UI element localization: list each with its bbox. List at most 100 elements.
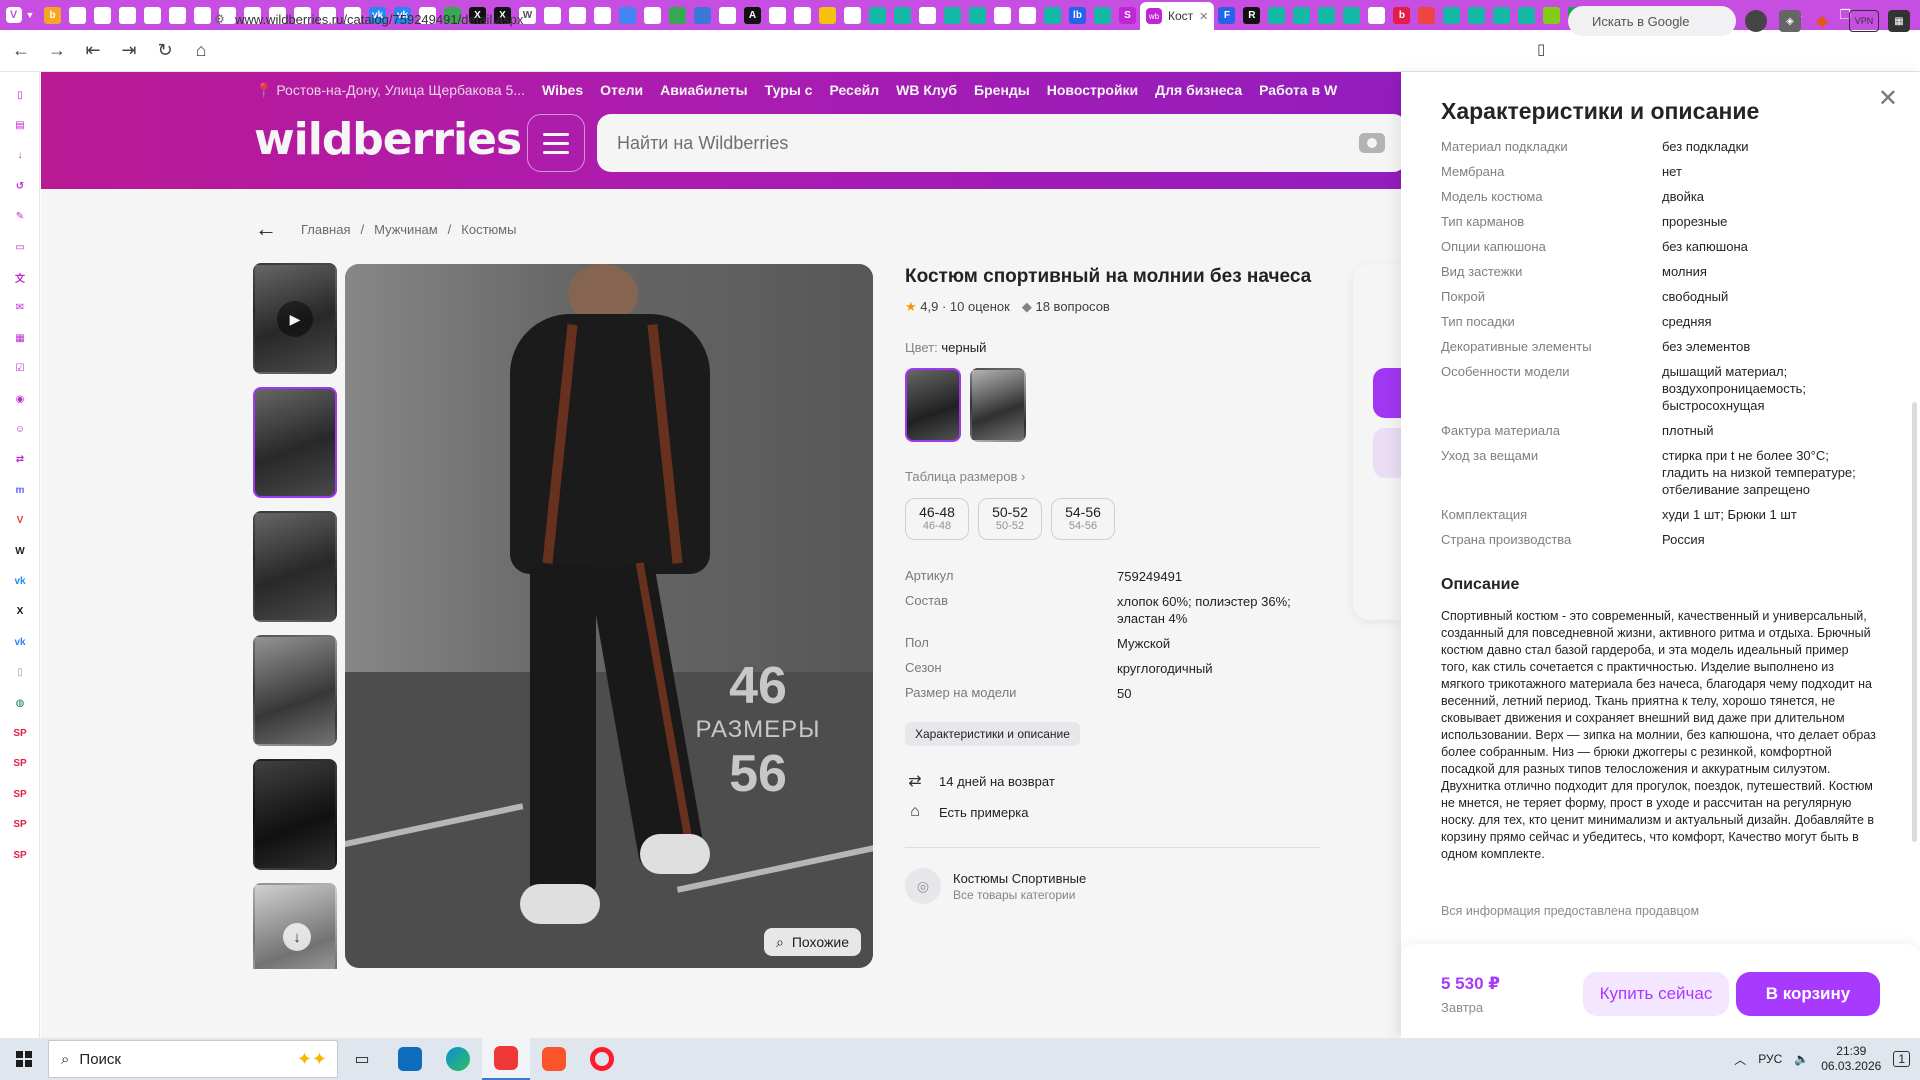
page-icon[interactable] (844, 6, 861, 24)
google-search-field[interactable]: Искать в Google (1568, 6, 1736, 36)
page-icon[interactable] (169, 6, 186, 24)
brave-button[interactable] (530, 1038, 578, 1080)
page-icon[interactable] (794, 6, 811, 24)
bookmarks-icon[interactable]: ▯ (11, 86, 29, 104)
page-overlay[interactable] (41, 72, 1401, 1038)
window-icon[interactable]: ▭ (11, 238, 29, 256)
vivaldi-icon[interactable]: V (11, 512, 29, 530)
rewind-button[interactable]: ⇤ (78, 36, 108, 66)
shield-extension-icon[interactable]: ◈ (1779, 10, 1801, 32)
sp-icon[interactable]: SP (11, 724, 29, 742)
sp-icon[interactable]: SP (11, 816, 29, 834)
teal-icon[interactable] (1443, 6, 1461, 24)
speaker-icon[interactable]: 🔈 (1794, 1052, 1809, 1066)
chevron-up-icon[interactable]: ︿ (1734, 1051, 1746, 1068)
teal-icon[interactable] (894, 6, 911, 24)
sp-icon[interactable]: SP (11, 755, 29, 773)
page-icon[interactable] (1368, 6, 1386, 24)
teal-icon[interactable] (1094, 6, 1111, 24)
teal-icon[interactable] (1343, 6, 1361, 24)
page-icon[interactable] (94, 6, 111, 24)
page-icon[interactable]: ▯ (11, 664, 29, 682)
page-icon[interactable] (769, 6, 786, 24)
page-icon[interactable] (594, 6, 611, 24)
calendar-icon[interactable]: ▦ (11, 329, 29, 347)
f-icon[interactable]: F (1218, 6, 1236, 24)
add-to-cart-button[interactable]: В корзину (1736, 972, 1880, 1016)
teal-icon[interactable] (969, 6, 986, 24)
page-icon[interactable] (719, 6, 736, 24)
mail-icon[interactable]: ✉ (11, 299, 29, 317)
teal-icon[interactable] (1493, 6, 1511, 24)
edge-button[interactable] (434, 1038, 482, 1080)
wikipedia-icon[interactable]: W (11, 542, 29, 560)
notification-badge[interactable]: 1 (1893, 1051, 1910, 1067)
teal-icon[interactable] (1318, 6, 1336, 24)
sp-icon[interactable]: SP (11, 785, 29, 803)
downloads-icon[interactable]: ↓ (11, 147, 29, 165)
colorful-icon[interactable] (1543, 6, 1561, 24)
docs-icon[interactable] (619, 6, 636, 24)
history-icon[interactable]: ↺ (11, 177, 29, 195)
bookmark-icon[interactable]: ▯ (1537, 40, 1545, 58)
forward-button[interactable]: → (42, 36, 72, 66)
buy-now-button[interactable]: Купить сейчас (1583, 972, 1729, 1016)
globe-icon[interactable]: ◍ (11, 694, 29, 712)
vivaldi-menu-button[interactable]: V ▼ (0, 0, 40, 30)
teal-icon[interactable] (1468, 6, 1486, 24)
drawer-scrollbar[interactable] (1912, 402, 1917, 842)
page-icon[interactable] (119, 6, 136, 24)
page-icon[interactable] (919, 6, 936, 24)
blue-arrow-icon[interactable] (694, 6, 711, 24)
colorful-icon[interactable] (669, 6, 686, 24)
start-button[interactable] (0, 1038, 48, 1080)
tab-close-icon[interactable]: ✕ (1199, 10, 1208, 23)
teal-icon[interactable] (869, 6, 886, 24)
page-icon[interactable] (1019, 6, 1036, 24)
translate-icon[interactable]: 文 (11, 268, 29, 286)
page-icon[interactable] (994, 6, 1011, 24)
s-icon[interactable]: S (1119, 6, 1136, 24)
vk-icon[interactable]: vk (11, 572, 29, 590)
red-b-icon[interactable]: b (1393, 6, 1411, 24)
reader-icon[interactable]: ▤ (11, 116, 29, 134)
close-icon[interactable]: ✕ (1878, 84, 1898, 113)
mastodon-icon[interactable]: m (11, 481, 29, 499)
taskbar-search[interactable]: ⌕ Поиск ✦✦ (48, 1040, 338, 1078)
page-icon[interactable] (644, 6, 661, 24)
page-icon[interactable] (544, 6, 561, 24)
page-icon[interactable] (569, 6, 586, 24)
outlook-button[interactable] (386, 1038, 434, 1080)
back-button[interactable]: ← (6, 36, 36, 66)
vpn-button[interactable]: VPN (1849, 10, 1879, 32)
blue-lb-icon[interactable]: lb (1069, 6, 1086, 24)
clock[interactable]: 21:39 06.03.2026 (1821, 1044, 1881, 1074)
reload-button[interactable]: ↻ (150, 36, 180, 66)
language-indicator[interactable]: РУС (1758, 1052, 1782, 1066)
sync-icon[interactable]: ⇄ (11, 451, 29, 469)
profile-avatar[interactable] (1745, 10, 1767, 32)
vivaldi-button[interactable] (482, 1038, 530, 1080)
teal-icon[interactable] (1268, 6, 1286, 24)
opera-button[interactable] (578, 1038, 626, 1080)
tasks-icon[interactable]: ☑ (11, 360, 29, 378)
orange-circle-icon[interactable]: b (44, 6, 61, 24)
vk-icon[interactable]: vk (11, 633, 29, 651)
feeds-icon[interactable]: ◉ (11, 390, 29, 408)
notes-icon[interactable]: ✎ (11, 208, 29, 226)
contacts-icon[interactable]: ☺ (11, 420, 29, 438)
teal-icon[interactable] (1518, 6, 1536, 24)
page-icon[interactable] (194, 6, 211, 24)
a-icon[interactable]: A (744, 6, 761, 24)
x-icon[interactable]: X (11, 603, 29, 621)
yellow-icon[interactable] (819, 6, 836, 24)
metamask-icon[interactable]: ◆ (1811, 10, 1833, 32)
site-settings-icon[interactable]: ⚙ (214, 12, 225, 26)
teal-icon[interactable] (1044, 6, 1061, 24)
task-view-button[interactable]: ▭ (338, 1038, 386, 1080)
extensions-icon[interactable]: ▦ (1888, 10, 1910, 32)
sp-icon[interactable]: SP (11, 846, 29, 864)
page-icon[interactable] (144, 6, 161, 24)
teal-icon[interactable] (944, 6, 961, 24)
tab-active[interactable]: wb Кост ✕ (1140, 2, 1215, 30)
